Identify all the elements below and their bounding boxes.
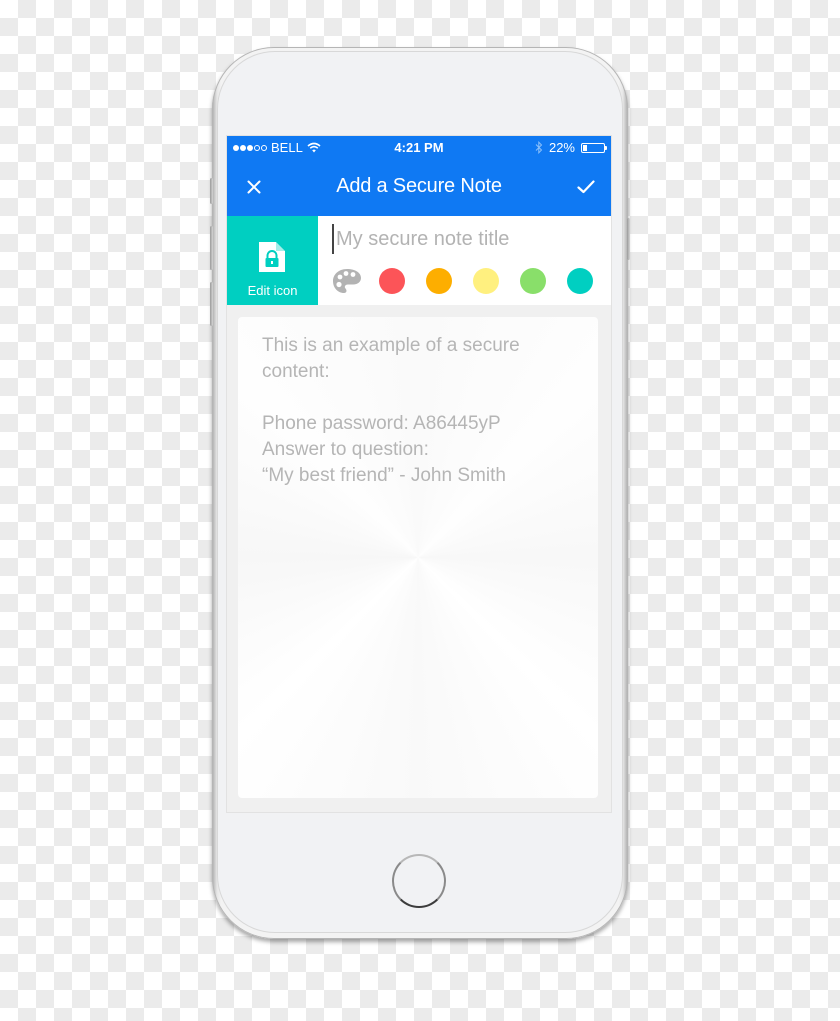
note-content-card[interactable]: This is an example of a secure content: … (238, 317, 598, 798)
edit-icon-label: Edit icon (247, 283, 298, 298)
edit-icon-button[interactable]: Edit icon (227, 216, 318, 305)
page-title: Add a Secure Note (336, 175, 502, 197)
battery-icon (581, 142, 607, 153)
color-swatch-red[interactable] (379, 268, 405, 294)
battery-level (583, 144, 587, 151)
mute-switch (210, 178, 213, 204)
locked-file-icon (259, 242, 285, 272)
bluetooth-icon (535, 141, 543, 154)
color-picker (332, 268, 611, 294)
app-screen: BELL 4:21 PM 22% Add a Secure Note Edit … (227, 136, 611, 812)
note-content-text[interactable]: This is an example of a secure content: … (262, 333, 574, 489)
status-right: 22% (535, 140, 607, 155)
home-button[interactable] (392, 854, 446, 908)
volume-down-button (210, 282, 213, 326)
note-header: Edit icon (227, 216, 611, 305)
note-title-input[interactable] (332, 224, 596, 254)
checkmark-icon (577, 180, 595, 194)
color-swatch-yellow[interactable] (473, 268, 499, 294)
power-button (627, 218, 630, 260)
status-bar: BELL 4:21 PM 22% (227, 136, 611, 158)
color-swatch-green[interactable] (520, 268, 546, 294)
palette-icon[interactable] (332, 268, 362, 294)
color-swatch-teal[interactable] (567, 268, 593, 294)
volume-up-button (210, 226, 213, 270)
save-button[interactable] (573, 174, 599, 200)
navigation-bar: Add a Secure Note (227, 158, 611, 216)
title-area (318, 216, 611, 305)
color-swatch-orange[interactable] (426, 268, 452, 294)
battery-percent: 22% (548, 140, 575, 155)
